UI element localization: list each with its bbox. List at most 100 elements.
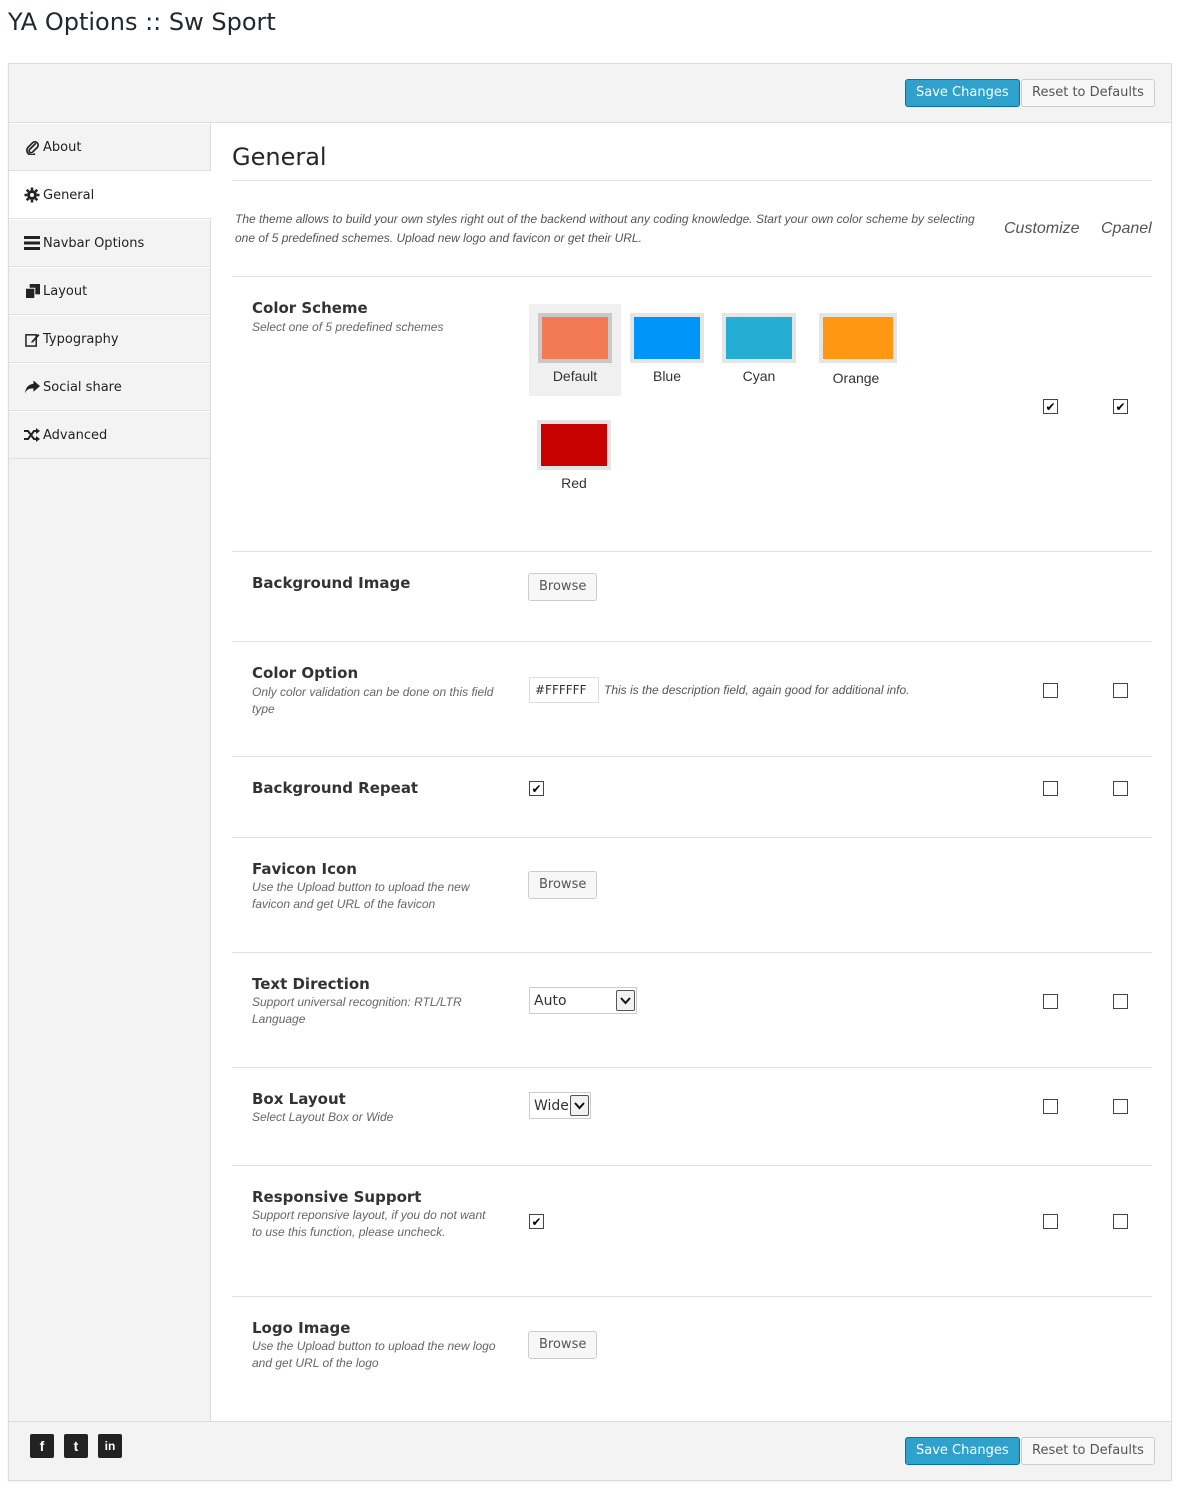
background-repeat-cpanel-checkbox[interactable] [1113, 781, 1128, 796]
color-option-label: Color Option [252, 664, 359, 682]
responsive-support-label: Responsive Support [252, 1188, 422, 1206]
text-direction-label: Text Direction [252, 975, 370, 993]
section-title: General [232, 143, 327, 171]
logo-image-label: Logo Image [252, 1319, 351, 1337]
sidebar-item-label: Navbar Options [43, 235, 145, 251]
facebook-glyph: f [39, 1438, 45, 1454]
color-scheme-desc: Select one of 5 predefined schemes [252, 320, 444, 334]
divider [232, 180, 1152, 181]
swatch-label: Orange [832, 370, 880, 386]
column-header-customize: Customize [1004, 220, 1080, 237]
swatch-cyan[interactable]: Cyan [713, 304, 805, 396]
reset-button-bottom[interactable]: Reset to Defaults [1021, 1437, 1155, 1465]
sidebar-item-social-share[interactable]: Social share [9, 363, 210, 411]
divider [232, 756, 1152, 757]
chevron-down-icon [616, 990, 635, 1011]
swatch-label: Blue [652, 368, 682, 384]
color-scheme-cpanel-checkbox[interactable]: ✔ [1113, 399, 1128, 414]
sidebar: About General Navbar Options Layout Typo… [9, 123, 211, 1421]
swatch-orange[interactable]: Orange [810, 304, 902, 396]
linkedin-glyph: in [104, 1439, 116, 1453]
responsive-support-customize-checkbox[interactable] [1043, 1214, 1058, 1229]
save-button-bottom[interactable]: Save Changes [905, 1437, 1020, 1465]
color-option-cpanel-checkbox[interactable] [1113, 683, 1128, 698]
swatch-default[interactable]: Default [529, 304, 621, 396]
sidebar-item-label: Advanced [43, 427, 108, 443]
logo-image-browse-button[interactable]: Browse [528, 1331, 598, 1359]
bottom-toolbar: f t in Save Changes Reset to Defaults [9, 1421, 1171, 1480]
swatch-red[interactable]: Red [528, 411, 620, 503]
swatch-blue[interactable]: Blue [621, 304, 713, 396]
shuffle-icon [23, 426, 41, 444]
divider [232, 837, 1152, 838]
divider [232, 1296, 1152, 1297]
box-layout-value: Wide [534, 1097, 569, 1114]
page-title: YA Options :: Sw Sport [8, 8, 276, 36]
twitter-icon[interactable]: t [64, 1434, 88, 1458]
favicon-browse-button[interactable]: Browse [528, 871, 598, 899]
reset-button-top[interactable]: Reset to Defaults [1021, 79, 1155, 107]
color-option-desc: Only color validation can be done on thi… [252, 685, 494, 716]
text-direction-value: Auto [534, 992, 567, 1009]
chevron-down-icon [570, 1095, 589, 1116]
favicon-desc: Use the Upload button to upload the new … [252, 880, 470, 911]
swatch-label: Red [561, 475, 587, 491]
divider [232, 551, 1152, 552]
sidebar-item-layout[interactable]: Layout [9, 267, 210, 315]
box-layout-desc: Select Layout Box or Wide [252, 1110, 394, 1124]
divider [232, 1067, 1152, 1068]
favicon-label: Favicon Icon [252, 860, 357, 878]
responsive-support-cpanel-checkbox[interactable] [1113, 1214, 1128, 1229]
intro-text: The theme allows to build your own style… [235, 212, 975, 245]
logo-image-desc: Use the Upload button to upload the new … [252, 1339, 496, 1370]
sidebar-item-typography[interactable]: Typography [9, 315, 210, 363]
twitter-glyph: t [73, 1438, 79, 1454]
linkedin-icon[interactable]: in [98, 1434, 122, 1458]
menu-icon [23, 234, 41, 252]
swatch-color [537, 420, 611, 470]
color-option-input[interactable] [529, 677, 599, 703]
text-direction-select[interactable]: Auto [529, 987, 637, 1014]
top-toolbar: Save Changes Reset to Defaults [9, 64, 1171, 123]
options-panel: Save Changes Reset to Defaults About Gen… [8, 63, 1172, 1481]
sidebar-item-navbar-options[interactable]: Navbar Options [9, 219, 210, 267]
background-image-browse-button[interactable]: Browse [528, 573, 598, 601]
box-layout-customize-checkbox[interactable] [1043, 1099, 1058, 1114]
color-option-customize-checkbox[interactable] [1043, 683, 1058, 698]
facebook-icon[interactable]: f [30, 1434, 54, 1458]
swatch-color [538, 313, 612, 363]
divider [232, 641, 1152, 642]
background-repeat-customize-checkbox[interactable] [1043, 781, 1058, 796]
background-repeat-checkbox[interactable]: ✔ [529, 781, 544, 796]
sidebar-item-advanced[interactable]: Advanced [9, 411, 210, 459]
paperclip-icon [23, 138, 41, 156]
edit-icon [23, 330, 41, 348]
swatch-color [630, 313, 704, 363]
background-image-label: Background Image [252, 574, 411, 592]
color-scheme-customize-checkbox[interactable]: ✔ [1043, 399, 1058, 414]
text-direction-desc: Support universal recognition: RTL/LTR L… [252, 995, 462, 1026]
sidebar-item-label: Typography [43, 331, 119, 347]
copy-icon [23, 282, 41, 300]
color-scheme-label: Color Scheme [252, 299, 368, 317]
column-header-cpanel: Cpanel [1101, 220, 1152, 237]
swatch-label: Default [552, 368, 598, 384]
sidebar-item-label: Layout [43, 283, 88, 299]
gear-icon [23, 186, 41, 204]
box-layout-select[interactable]: Wide [529, 1092, 591, 1119]
swatch-label: Cyan [742, 368, 776, 384]
divider [232, 952, 1152, 953]
sidebar-item-about[interactable]: About [9, 123, 210, 171]
box-layout-cpanel-checkbox[interactable] [1113, 1099, 1128, 1114]
divider [232, 276, 1152, 277]
box-layout-label: Box Layout [252, 1090, 346, 1108]
text-direction-cpanel-checkbox[interactable] [1113, 994, 1128, 1009]
swatch-color [819, 313, 897, 363]
text-direction-customize-checkbox[interactable] [1043, 994, 1058, 1009]
responsive-support-checkbox[interactable]: ✔ [529, 1214, 544, 1229]
color-option-field-desc: This is the description field, again goo… [604, 683, 910, 697]
save-button-top[interactable]: Save Changes [905, 79, 1020, 107]
responsive-support-desc: Support reponsive layout, if you do not … [252, 1208, 486, 1239]
share-icon [23, 378, 41, 396]
sidebar-item-general[interactable]: General [9, 171, 211, 219]
